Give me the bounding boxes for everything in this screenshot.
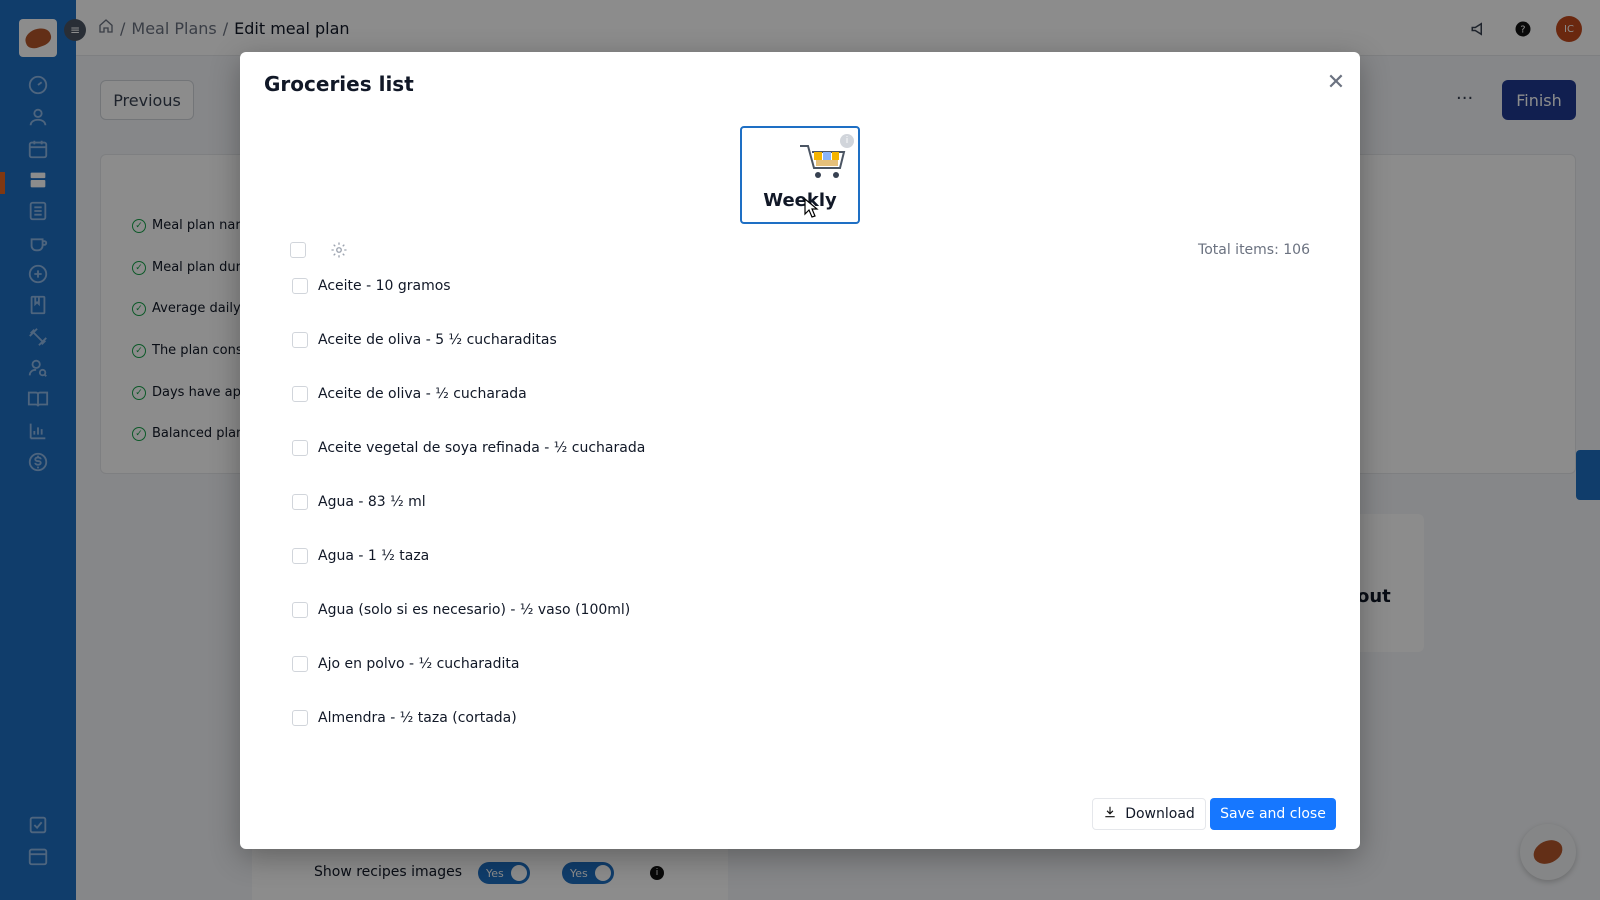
item-label: Aceite de oliva - ½ cucharada — [318, 386, 527, 402]
list-item: Aceite de oliva - ½ cucharada — [292, 386, 527, 402]
download-icon — [1103, 805, 1117, 823]
item-label: Aceite vegetal de soya refinada - ½ cuch… — [318, 440, 646, 456]
item-label: Aceite - 10 gramos — [318, 278, 451, 294]
list-item: Aceite - 10 gramos — [292, 278, 451, 294]
list-item: Aceite vegetal de soya refinada - ½ cuch… — [292, 440, 645, 456]
item-label: Ajo en polvo - ½ cucharadita — [318, 656, 520, 672]
list-item: Aceite de oliva - 5 ½ cucharaditas — [292, 332, 557, 348]
shopping-cart-icon — [800, 145, 846, 178]
select-all-checkbox[interactable] — [290, 242, 306, 258]
item-checkbox[interactable] — [292, 386, 308, 402]
download-label: Download — [1125, 806, 1195, 822]
mouse-cursor-icon — [804, 198, 819, 218]
modal-title: Groceries list — [264, 72, 414, 96]
close-icon[interactable]: ✕ — [1324, 70, 1348, 95]
item-label: Almendra - ½ taza (cortada) — [318, 710, 517, 726]
weekly-label: Weekly — [763, 190, 837, 211]
weekly-info-icon[interactable]: i — [840, 134, 854, 148]
item-label: Agua - 83 ½ ml — [318, 494, 426, 510]
list-item: Almendra - ½ taza (cortada) — [292, 710, 517, 726]
list-item: Agua (solo si es necesario) - ½ vaso (10… — [292, 602, 630, 618]
item-label: Aceite de oliva - 5 ½ cucharaditas — [318, 332, 557, 348]
settings-icon[interactable] — [330, 241, 348, 259]
item-checkbox[interactable] — [292, 332, 308, 348]
list-item: Ajo en polvo - ½ cucharadita — [292, 656, 519, 672]
item-checkbox[interactable] — [292, 656, 308, 672]
item-checkbox[interactable] — [292, 494, 308, 510]
list-item: Agua - 1 ½ taza — [292, 548, 429, 564]
item-checkbox[interactable] — [292, 440, 308, 456]
groceries-list: Aceite - 10 gramos Aceite de oliva - 5 ½… — [292, 278, 1192, 840]
item-checkbox[interactable] — [292, 602, 308, 618]
item-label: Agua - 1 ½ taza — [318, 548, 430, 564]
item-checkbox[interactable] — [292, 278, 308, 294]
total-items: Total items: 106 — [1198, 242, 1310, 258]
weekly-option-card[interactable]: i Weekly — [740, 126, 860, 224]
item-checkbox[interactable] — [292, 710, 308, 726]
item-checkbox[interactable] — [292, 548, 308, 564]
list-item: Agua - 83 ½ ml — [292, 494, 426, 510]
save-and-close-button[interactable]: Save and close — [1210, 798, 1336, 830]
download-button[interactable]: Download — [1092, 798, 1206, 830]
item-label: Agua (solo si es necesario) - ½ vaso (10… — [318, 602, 631, 618]
groceries-modal: Groceries list ✕ i Weekly Total items: 1… — [240, 52, 1360, 849]
